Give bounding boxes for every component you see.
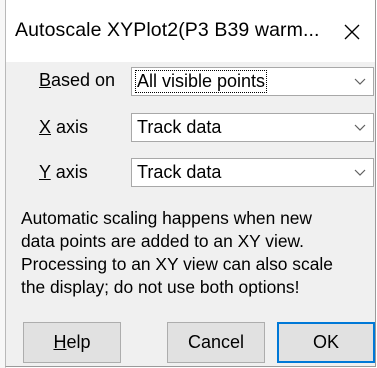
help-button-label: elp [66, 332, 91, 352]
help-button-mnemonic: H [53, 332, 67, 352]
x-axis-label-mnemonic: X [39, 117, 52, 137]
help-button[interactable]: Help [23, 322, 121, 363]
description-line: Automatic scaling happens when new [21, 208, 312, 228]
y-axis-value: Track data [137, 162, 222, 182]
y-axis-label-rest: axis [50, 162, 88, 182]
screen: Autoscale XYPlot2(P3 B39 warm... Based o… [0, 0, 377, 368]
x-axis-label-rest: axis [51, 117, 89, 137]
chevron-down-icon [354, 124, 366, 131]
based-on-label-mnemonic: B [39, 70, 52, 90]
x-axis-value: Track data [137, 117, 222, 137]
y-axis-label: Y axis [39, 162, 88, 183]
based-on-label: Based on [39, 70, 115, 91]
based-on-dropdown[interactable]: All visible points [131, 67, 374, 96]
ok-button-label: OK [312, 332, 339, 352]
based-on-value: All visible points [134, 70, 268, 93]
cancel-button-label: Cancel [187, 332, 245, 352]
based-on-label-rest: ased on [51, 70, 116, 90]
y-axis-label-mnemonic: Y [39, 162, 51, 182]
close-icon [344, 24, 360, 40]
autoscale-dialog: Autoscale XYPlot2(P3 B39 warm... Based o… [5, 0, 376, 367]
cancel-button[interactable]: Cancel [167, 322, 265, 363]
description-line: the display; do not use both options! [21, 277, 300, 297]
y-axis-dropdown[interactable]: Track data [131, 158, 374, 187]
close-button[interactable] [329, 12, 375, 52]
title-bar[interactable]: Autoscale XYPlot2(P3 B39 warm... [6, 0, 375, 62]
chevron-down-icon [354, 78, 366, 85]
x-axis-dropdown[interactable]: Track data [131, 113, 374, 142]
chevron-down-icon [354, 169, 366, 176]
x-axis-label: X axis [39, 117, 88, 138]
description-text: Automatic scaling happens when new data … [21, 207, 366, 299]
description-line: Processing to an XY view can also scale [21, 254, 333, 274]
window-title: Autoscale XYPlot2(P3 B39 warm... [15, 19, 320, 41]
ok-button[interactable]: OK [277, 322, 375, 363]
description-line: data points are added to an XY view. [21, 231, 304, 251]
